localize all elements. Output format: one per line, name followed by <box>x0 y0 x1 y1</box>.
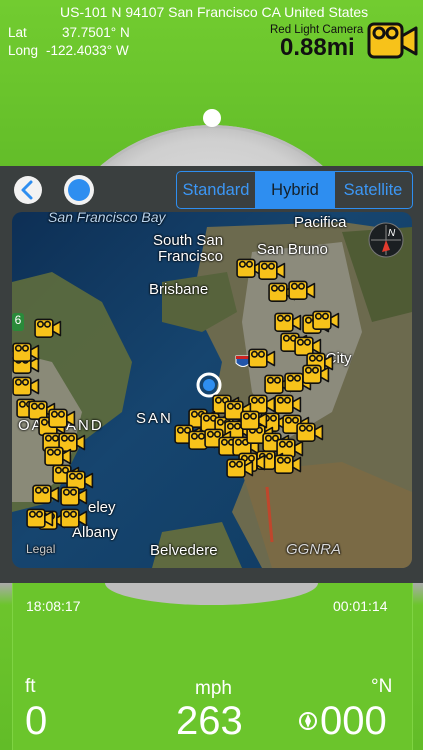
red-light-camera-marker[interactable] <box>12 340 40 364</box>
red-light-camera-marker[interactable] <box>248 346 276 370</box>
camera-alert-icon[interactable] <box>367 20 419 60</box>
map-label-pacifica: Pacifica <box>294 214 347 231</box>
red-light-camera-marker[interactable] <box>274 452 302 476</box>
long-value: -122.4033° W <box>46 43 129 58</box>
compass-rose-icon <box>299 712 317 730</box>
red-light-camera-marker[interactable] <box>12 374 40 398</box>
map-view[interactable]: San Francisco Bay Pacifica South San Fra… <box>12 212 412 568</box>
lat-label: Lat <box>8 25 27 40</box>
dial-indicator-dot <box>203 109 221 127</box>
trip-time: 00:01:14 <box>333 598 388 614</box>
red-light-camera-marker[interactable] <box>288 278 316 302</box>
map-type-segmented-control: Standard Hybrid Satellite <box>176 171 413 209</box>
speed-value: 263 <box>176 699 243 743</box>
red-light-camera-marker[interactable] <box>60 484 88 508</box>
map-legal-link[interactable]: Legal <box>26 542 55 556</box>
highway-sign: 6 <box>12 313 24 331</box>
red-light-camera-marker[interactable] <box>312 308 340 332</box>
red-light-camera-marker[interactable] <box>60 506 88 530</box>
altitude-value: 0 <box>25 699 48 743</box>
heading-unit: °N <box>371 676 393 697</box>
compass-n-label: N <box>388 228 396 239</box>
map-label-san-bruno: San Bruno <box>257 241 328 258</box>
map-label-south-sf-2: Francisco <box>158 248 224 265</box>
map-label-brisbane: Brisbane <box>149 281 209 298</box>
red-light-camera-marker[interactable] <box>48 406 76 430</box>
lat-value: 37.7501° N <box>62 25 130 40</box>
red-light-camera-marker[interactable] <box>34 316 62 340</box>
red-light-camera-marker[interactable] <box>26 506 54 530</box>
map-label-south-sf: South San <box>153 232 224 249</box>
map-label-belvedere: Belvedere <box>150 542 218 559</box>
red-light-camera-marker[interactable] <box>302 362 330 386</box>
map-label-bay: San Francisco Bay <box>48 212 166 225</box>
tab-satellite[interactable]: Satellite <box>335 172 411 208</box>
heading-value: 000 <box>320 699 387 743</box>
back-button[interactable] <box>12 174 44 206</box>
altitude-unit: ft <box>25 676 36 697</box>
current-time: 18:08:17 <box>26 598 81 614</box>
tab-hybrid[interactable]: Hybrid <box>255 172 335 208</box>
address-text: US-101 N 94107 San Francisco CA United S… <box>60 4 369 20</box>
location-dot-icon[interactable] <box>62 173 96 207</box>
red-light-camera-marker[interactable] <box>32 482 60 506</box>
map-label-san: SAN <box>136 410 173 427</box>
tab-standard[interactable]: Standard <box>177 172 255 208</box>
speed-unit: mph <box>195 678 232 699</box>
map-label-berkeley: eley <box>88 499 116 516</box>
red-light-camera-marker[interactable] <box>226 456 254 480</box>
long-label: Long <box>8 43 39 58</box>
map-label-ggnra: GGNRA <box>286 541 342 558</box>
red-light-camera-marker[interactable] <box>258 258 286 282</box>
red-light-camera-marker[interactable] <box>240 408 268 432</box>
alert-distance: 0.88mi <box>280 34 355 61</box>
compass-icon[interactable]: N <box>368 222 404 258</box>
